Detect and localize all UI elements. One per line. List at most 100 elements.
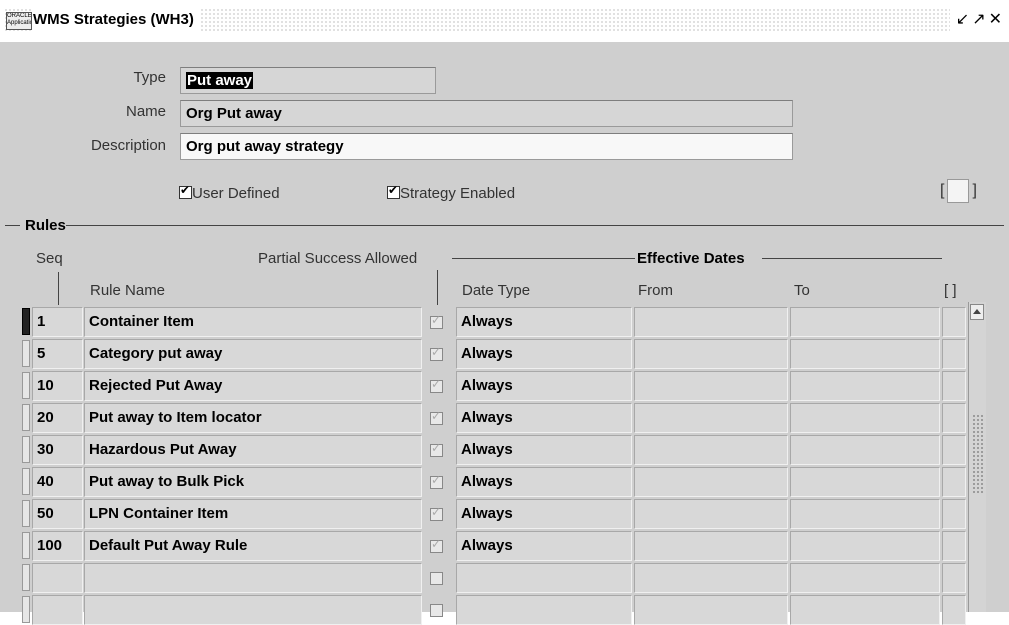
rule-name-cell[interactable] (84, 563, 422, 593)
window-controls: ↙↗✕ (949, 9, 1005, 31)
rule-name-cell[interactable]: Put away to Bulk Pick (84, 467, 422, 497)
seq-cell[interactable]: 20 (32, 403, 83, 433)
to-cell[interactable] (790, 467, 940, 497)
rule-name-cell[interactable]: Category put away (84, 339, 422, 369)
partial-success-checkbox[interactable] (430, 505, 443, 521)
name-field[interactable]: Org Put away (180, 100, 793, 127)
seq-cell[interactable]: 40 (32, 467, 83, 497)
seq-cell[interactable]: 100 (32, 531, 83, 561)
row-indicator[interactable] (22, 596, 30, 623)
rule-name-cell[interactable] (84, 595, 422, 625)
partial-success-checkbox[interactable] (430, 409, 443, 425)
from-cell[interactable] (634, 307, 788, 337)
seq-cell[interactable]: 5 (32, 339, 83, 369)
user-defined-check-icon[interactable] (179, 183, 192, 199)
partial-success-checkbox[interactable] (430, 441, 443, 457)
row-indicator[interactable] (22, 308, 30, 335)
from-cell[interactable] (634, 467, 788, 497)
partial-success-checkbox[interactable] (430, 537, 443, 553)
vertical-scrollbar[interactable] (968, 302, 986, 612)
to-cell[interactable] (790, 595, 940, 625)
strategy-enabled-check-icon[interactable] (387, 183, 400, 199)
date-type-cell[interactable]: Always (456, 531, 632, 561)
rule-name-cell[interactable]: Default Put Away Rule (84, 531, 422, 561)
partial-success-checkbox[interactable] (430, 345, 443, 361)
folder-button[interactable]: [] (940, 179, 977, 203)
seq-cell[interactable] (32, 563, 83, 593)
folder-button-face[interactable] (947, 179, 970, 203)
from-cell[interactable] (634, 371, 788, 401)
from-cell[interactable] (634, 563, 788, 593)
from-cell[interactable] (634, 339, 788, 369)
scroll-up-icon[interactable] (970, 304, 984, 320)
to-cell[interactable] (790, 531, 940, 561)
seq-cell[interactable]: 50 (32, 499, 83, 529)
partial-success-checkbox[interactable] (430, 473, 443, 489)
row-indicator[interactable] (22, 340, 30, 367)
seq-cell[interactable] (32, 595, 83, 625)
from-cell[interactable] (634, 499, 788, 529)
to-cell[interactable] (790, 339, 940, 369)
date-type-cell[interactable]: Always (456, 435, 632, 465)
rule-name-cell[interactable]: Hazardous Put Away (84, 435, 422, 465)
flex-cell[interactable] (942, 339, 966, 369)
to-cell[interactable] (790, 563, 940, 593)
date-type-cell[interactable]: Always (456, 499, 632, 529)
col-partial-success: Partial Success Allowed (258, 250, 418, 267)
date-type-cell[interactable]: Always (456, 371, 632, 401)
flex-cell[interactable] (942, 531, 966, 561)
seq-cell[interactable]: 30 (32, 435, 83, 465)
flex-cell[interactable] (942, 595, 966, 625)
flex-cell[interactable] (942, 403, 966, 433)
to-cell[interactable] (790, 435, 940, 465)
row-indicator[interactable] (22, 468, 30, 495)
date-type-cell[interactable]: Always (456, 403, 632, 433)
partial-success-checkbox[interactable] (430, 313, 443, 329)
rule-name-cell[interactable]: LPN Container Item (84, 499, 422, 529)
strategy-enabled-checkbox[interactable]: Strategy Enabled (387, 183, 515, 202)
rule-name-cell[interactable]: Put away to Item locator (84, 403, 422, 433)
date-type-cell[interactable] (456, 595, 632, 625)
effective-dates-group: Effective Dates (637, 250, 745, 267)
to-cell[interactable] (790, 371, 940, 401)
maximize-icon[interactable]: ↗ (972, 11, 988, 28)
to-cell[interactable] (790, 403, 940, 433)
flex-cell[interactable] (942, 371, 966, 401)
from-cell[interactable] (634, 595, 788, 625)
from-cell[interactable] (634, 403, 788, 433)
flex-cell[interactable] (942, 307, 966, 337)
partial-success-checkbox[interactable] (430, 377, 443, 393)
description-field[interactable]: Org put away strategy (180, 133, 793, 160)
row-indicator[interactable] (22, 564, 30, 591)
row-indicator[interactable] (22, 436, 30, 463)
partial-divider (437, 270, 438, 305)
date-type-cell[interactable]: Always (456, 307, 632, 337)
flex-cell[interactable] (942, 499, 966, 529)
to-cell[interactable] (790, 307, 940, 337)
flex-cell[interactable] (942, 563, 966, 593)
partial-success-checkbox[interactable] (430, 604, 443, 617)
rule-name-cell[interactable]: Container Item (84, 307, 422, 337)
from-cell[interactable] (634, 435, 788, 465)
seq-cell[interactable]: 1 (32, 307, 83, 337)
close-icon[interactable]: ✕ (989, 11, 1005, 28)
seq-cell[interactable]: 10 (32, 371, 83, 401)
date-type-cell[interactable]: Always (456, 339, 632, 369)
partial-success-checkbox[interactable] (430, 572, 443, 585)
row-indicator[interactable] (22, 404, 30, 431)
user-defined-checkbox[interactable]: User Defined (179, 183, 280, 202)
from-cell[interactable] (634, 531, 788, 561)
flex-cell[interactable] (942, 467, 966, 497)
date-type-cell[interactable] (456, 563, 632, 593)
flex-cell[interactable] (942, 435, 966, 465)
col-seq: Seq (36, 250, 63, 267)
type-field[interactable]: Put away (180, 67, 436, 94)
scroll-grip[interactable] (972, 414, 983, 494)
minimize-icon[interactable]: ↙ (956, 11, 972, 28)
rule-name-cell[interactable]: Rejected Put Away (84, 371, 422, 401)
row-indicator[interactable] (22, 372, 30, 399)
date-type-cell[interactable]: Always (456, 467, 632, 497)
row-indicator[interactable] (22, 500, 30, 527)
row-indicator[interactable] (22, 532, 30, 559)
to-cell[interactable] (790, 499, 940, 529)
